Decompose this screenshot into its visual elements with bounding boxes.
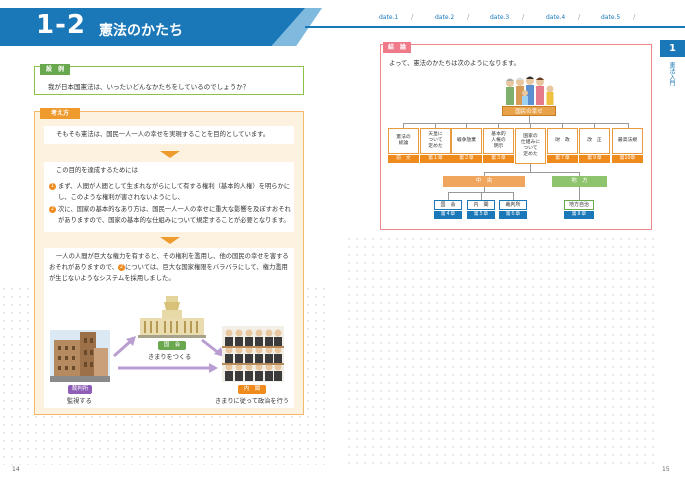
local-autonomy-box: 地方自治	[564, 200, 594, 210]
number-2-badge: 2	[49, 205, 56, 213]
chapter-2-tag: 第２章	[451, 155, 482, 163]
state-structure-box: 国家の 仕組みに ついて 定めた	[515, 128, 546, 164]
date-2: date.2	[435, 14, 455, 21]
chapter-9-tag: 第９章	[579, 155, 610, 163]
thinking-paragraph-3-b-text: おそれがありますので、	[49, 264, 119, 271]
number-2-badge: 2	[118, 263, 126, 271]
connector	[529, 116, 530, 123]
date-1: date.1	[379, 14, 399, 21]
chapter-7-tag: 第７章	[547, 155, 578, 163]
conclusion-label: 結 論	[383, 42, 411, 53]
emperor-box: 天皇に ついて 定めた	[420, 128, 451, 154]
chapter-6-tag: 第６章	[499, 211, 527, 219]
conclusion-text: よって、憲法のかたちは次のようになります。	[389, 60, 520, 67]
court-building-illustration	[50, 330, 110, 382]
chapter-5-tag: 第５章	[467, 211, 495, 219]
date-slash: /	[522, 13, 525, 21]
connector	[403, 123, 629, 124]
dot-pattern-right	[345, 235, 660, 465]
arrow-court-to-cabinet	[118, 363, 218, 373]
section-title: 憲法のかたち	[99, 23, 183, 39]
date-bar: date.1 / date.2 / date.3 / date.4 / date…	[325, 13, 685, 26]
amendment-box: 改 正	[579, 128, 610, 154]
date-5: date.5	[601, 14, 621, 21]
chapter-1-tag: 第１章	[420, 155, 451, 163]
arrow-court-to-diet	[113, 336, 136, 358]
connector	[513, 192, 514, 200]
family-illustration	[506, 76, 554, 105]
thinking-item-2: 2 次に、国家の基本的なあり方は、国民一人一人の幸せに重大な影響を及ぼすおそれ	[49, 205, 291, 216]
preamble-box: 憲法の 総論	[388, 128, 419, 154]
central-zone: 中 央	[443, 176, 525, 187]
thinking-paragraph-3-b: おそれがありますので、 2 については、巨大な国家権限をバラバラにして、権力濫用	[49, 263, 288, 274]
down-arrow	[160, 151, 180, 158]
chapter-tab: 1	[660, 40, 685, 57]
connector	[530, 164, 531, 172]
human-rights-box-text: 基本的 人権の 明示	[491, 132, 506, 149]
thinking-paragraph-3-d: が生じないようなシステムを採用しました。	[49, 275, 175, 282]
state-structure-box-text: 国家の 仕組みに ついて 定めた	[520, 134, 541, 157]
down-arrow	[160, 237, 180, 244]
court-caption: 監視する	[67, 398, 92, 405]
question-label: 設 例	[40, 64, 70, 75]
date-slash: /	[633, 13, 636, 21]
cabinet-members-illustration	[222, 326, 284, 382]
preamble-box-text: 憲法の 総論	[396, 135, 411, 146]
finance-box-text: 財 政	[555, 138, 570, 143]
diet-building-illustration	[138, 296, 206, 338]
cabinet-caption: きまりに従って政治を行う	[215, 398, 289, 405]
supreme-law-box-text: 最高法規	[617, 138, 638, 143]
preamble-tag: 前 文	[388, 155, 419, 163]
cabinet-box: 内 閣	[467, 200, 495, 210]
section-number: 1-2	[36, 10, 86, 40]
human-rights-box: 基本的 人権の 明示	[483, 128, 514, 154]
page-number-left: 14	[12, 466, 20, 473]
date-underline	[305, 26, 685, 28]
thinking-item-1-line-b: し、このような権利が害されないようにし、	[58, 194, 184, 201]
date-slash: /	[467, 13, 470, 21]
question-text: 我が日本国憲法は、いったいどんなかたちをしているのでしょうか？	[48, 83, 250, 91]
textbook-spread: 1-2 憲法のかたち date.1 / date.2 / date.3 / da…	[0, 0, 685, 485]
number-1-badge: 1	[49, 182, 56, 190]
thinking-item-2-line-a: 次に、国家の基本的なあり方は、国民一人一人の幸せに重大な影響を及ぼすおそれ	[58, 206, 291, 213]
thinking-item-2-line-b: がありますので、国家の基本的な仕組みについて規定することが必要となります。	[58, 217, 290, 224]
finance-box: 財 政	[547, 128, 578, 154]
local-zone: 地 方	[552, 176, 607, 187]
chapter-4-tag: 第４章	[434, 211, 462, 219]
connector	[484, 172, 580, 173]
diet-caption: きまりをつくる	[148, 354, 192, 361]
thinking-paragraph-3-a: 一人の人間が巨大な権力を有すると、その権利を濫用し、他の国民の幸せを害する	[56, 253, 289, 260]
diet-box: 国 会	[434, 200, 462, 210]
war-renunciation-box: 戦争放棄	[451, 128, 482, 154]
court-label: 裁判所	[68, 385, 92, 394]
date-slash: /	[411, 13, 414, 21]
thinking-item-1-line-a: まず、人間が人間として生まれながらにして有する権利（基本的人権）を明らかに	[58, 183, 291, 190]
thinking-paragraph-3-c: については、巨大な国家権限をバラバラにして、権力濫用	[125, 264, 288, 271]
chapter-10-tag: 第10章	[612, 155, 643, 163]
connector	[448, 192, 449, 200]
connector	[481, 192, 482, 200]
date-4: date.4	[546, 14, 566, 21]
amendment-box-text: 改 正	[587, 138, 602, 143]
page-number-right: 15	[662, 466, 670, 473]
thinking-label: 考え方	[40, 108, 80, 119]
diet-label: 国 会	[158, 341, 186, 350]
chapter-3-tag: 第３章	[483, 155, 514, 163]
chapter-8-tag: 第８章	[564, 211, 594, 219]
emperor-box-text: 天皇に ついて 定めた	[428, 132, 443, 149]
court-box: 裁判所	[499, 200, 527, 210]
cabinet-label: 内 閣	[238, 385, 266, 394]
chapter-tab-label: 憲法入門	[668, 62, 675, 86]
connector	[579, 187, 580, 200]
war-renunciation-box-text: 戦争放棄	[456, 138, 477, 143]
thinking-item-1: 1 まず、人間が人間として生まれながらにして有する権利（基本的人権）を明らかに	[49, 182, 290, 193]
supreme-law-box: 最高法規	[612, 128, 643, 154]
thinking-intro: この目的を達成するためには	[56, 167, 138, 174]
date-slash: /	[578, 13, 581, 21]
thinking-paragraph-1: そもそも憲法は、国民一人一人の幸せを実現することを目的としています。	[56, 131, 270, 138]
happiness-box: 国民の幸せ	[502, 106, 556, 116]
date-3: date.3	[490, 14, 510, 21]
